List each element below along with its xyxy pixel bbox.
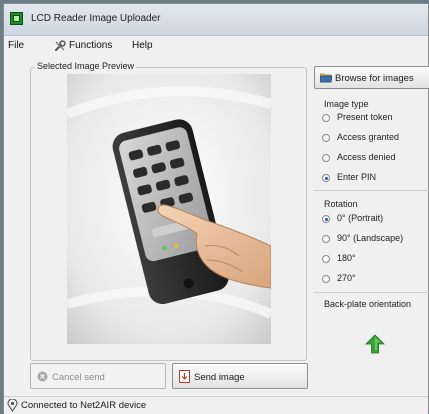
status-text: Connected to Net2AIR device bbox=[21, 400, 147, 411]
radio-present-token[interactable] bbox=[322, 114, 330, 122]
radio-present-token-label: Present token bbox=[337, 112, 393, 122]
image-type-title: Image type bbox=[324, 99, 369, 109]
browse-images-label: Browse for images bbox=[335, 73, 414, 84]
send-image-icon bbox=[179, 370, 190, 383]
app-window: LCD Reader Image Uploader File Functions… bbox=[3, 3, 429, 414]
arrow-up-icon[interactable] bbox=[365, 334, 385, 354]
menu-file[interactable]: File bbox=[8, 40, 24, 51]
radio-rotation-0-label: 0° (Portrait) bbox=[337, 213, 384, 223]
title-bar: LCD Reader Image Uploader bbox=[4, 4, 428, 36]
app-icon bbox=[10, 12, 23, 25]
wrench-icon bbox=[55, 40, 66, 51]
radio-rotation-180-label: 180° bbox=[337, 253, 356, 263]
radio-access-denied[interactable] bbox=[322, 154, 330, 162]
window-title: LCD Reader Image Uploader bbox=[31, 13, 161, 24]
radio-access-denied-label: Access denied bbox=[337, 152, 396, 162]
radio-enter-pin-label: Enter PIN bbox=[337, 172, 377, 182]
radio-rotation-90[interactable] bbox=[322, 235, 330, 243]
send-image-label: Send image bbox=[194, 372, 245, 383]
separator bbox=[314, 190, 429, 191]
radio-rotation-90-label: 90° (Landscape) bbox=[337, 233, 404, 243]
radio-rotation-180[interactable] bbox=[322, 255, 330, 263]
browse-images-button[interactable]: Browse for images bbox=[314, 66, 429, 89]
radio-access-granted[interactable] bbox=[322, 134, 330, 142]
separator bbox=[314, 292, 429, 293]
menu-bar: File Functions Help bbox=[4, 36, 428, 53]
radio-rotation-0[interactable] bbox=[322, 215, 330, 223]
status-bar: Connected to Net2AIR device bbox=[4, 396, 428, 414]
cancel-icon bbox=[37, 371, 48, 382]
radio-rotation-270-label: 270° bbox=[337, 273, 356, 283]
menu-functions[interactable]: Functions bbox=[69, 40, 112, 51]
radio-access-granted-label: Access granted bbox=[337, 132, 400, 142]
cancel-send-label: Cancel send bbox=[52, 372, 105, 383]
backplate-orientation-title: Back-plate orientation bbox=[324, 299, 412, 309]
rotation-title: Rotation bbox=[324, 199, 358, 209]
menu-help[interactable]: Help bbox=[132, 40, 153, 51]
location-pin-icon bbox=[7, 399, 18, 412]
keypad-preview-image bbox=[67, 74, 271, 344]
radio-rotation-270[interactable] bbox=[322, 275, 330, 283]
preview-label: Selected Image Preview bbox=[35, 61, 137, 71]
cancel-send-button[interactable]: Cancel send bbox=[30, 363, 166, 389]
send-image-button[interactable]: Send image bbox=[172, 363, 308, 389]
radio-enter-pin[interactable] bbox=[322, 174, 330, 182]
folder-icon bbox=[320, 73, 332, 83]
